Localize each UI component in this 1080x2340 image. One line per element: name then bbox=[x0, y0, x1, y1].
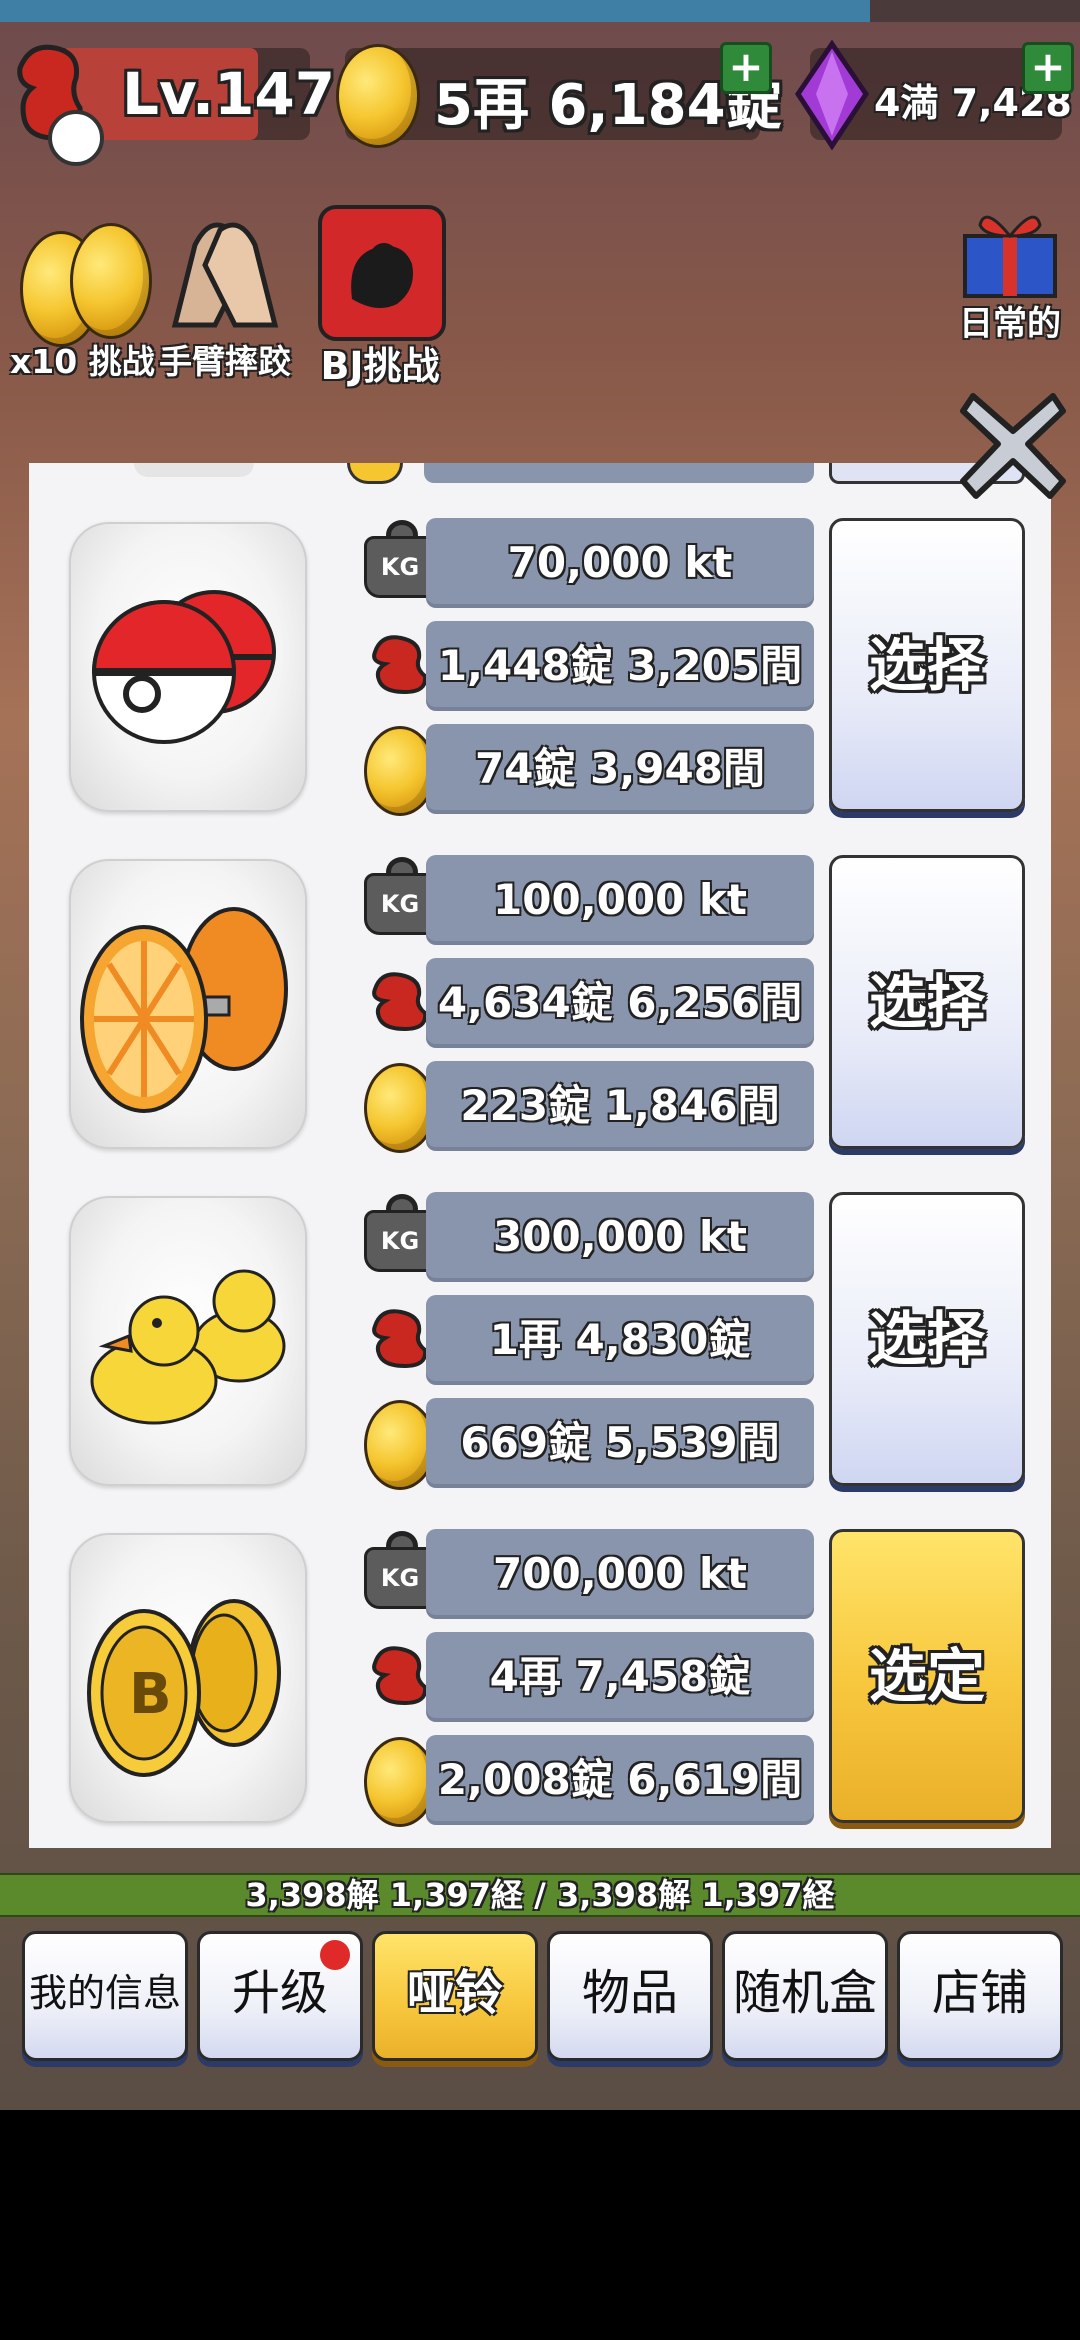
gold-coin-icon bbox=[336, 44, 420, 148]
weight-value: 700,000 kt bbox=[426, 1529, 814, 1619]
dumbbell-row: KG 100,000 kt 4,634錠 6,256間 223錠 1,846間 选择 bbox=[29, 855, 1051, 1160]
tab-shop[interactable]: 店铺 bbox=[897, 1931, 1063, 2061]
gift-icon bbox=[963, 215, 1057, 298]
dumbbell-list-panel[interactable]: KG 70,000 kt 1,448錠 3,205間 74錠 3,948間 选择 KG 10… bbox=[29, 463, 1051, 1848]
power-value: 4再 7,458錠 bbox=[426, 1632, 814, 1722]
notification-badge bbox=[320, 1940, 350, 1970]
tab-label: 随机盒 bbox=[732, 1965, 877, 2021]
power-value: 1,448錠 3,205間 bbox=[426, 621, 814, 711]
dumbbell-image bbox=[69, 859, 307, 1149]
tab-dumbbell[interactable]: 哑铃 bbox=[372, 1931, 538, 2061]
avatar-dot[interactable] bbox=[48, 110, 104, 166]
arm-wrestle-button[interactable]: 手臂摔跤 bbox=[155, 205, 295, 385]
bj-icon bbox=[318, 205, 446, 341]
purple-gem-icon bbox=[794, 40, 870, 150]
cost-value: 669錠 5,539間 bbox=[426, 1398, 814, 1488]
strength-arm-icon bbox=[367, 1641, 435, 1706]
tab-label: 哑铃 bbox=[406, 1965, 503, 2021]
dumbbell-image bbox=[69, 1196, 307, 1486]
quick-label: x10 挑战 bbox=[10, 342, 155, 381]
weight-value: 100,000 kt bbox=[426, 855, 814, 945]
exp-progress-text: 3,398解 1,397経 / 3,398解 1,397経 bbox=[245, 1876, 835, 1914]
cost-value: 2,008錠 6,619間 bbox=[426, 1735, 814, 1825]
strength-arm-icon bbox=[367, 967, 435, 1032]
coins-icon-back bbox=[70, 223, 152, 339]
select-button[interactable]: 选择 bbox=[829, 855, 1025, 1149]
quick-label: BJ挑战 bbox=[320, 344, 440, 388]
tab-label: 物品 bbox=[581, 1965, 678, 2021]
tab-upgrade[interactable]: 升级 bbox=[197, 1931, 363, 2061]
level-text: Lv.147 bbox=[122, 60, 336, 128]
power-value: 4,634錠 6,256間 bbox=[426, 958, 814, 1048]
x10-challenge-button[interactable]: x10 挑战 bbox=[10, 215, 155, 385]
exp-progress-bar: 3,398解 1,397経 / 3,398解 1,397経 bbox=[0, 1873, 1080, 1917]
prev-row-thumb-edge bbox=[134, 463, 254, 477]
arm-wrestle-icon bbox=[171, 222, 279, 328]
daily-label: 日常的 bbox=[959, 304, 1061, 344]
select-button[interactable]: 选择 bbox=[829, 518, 1025, 812]
quick-label: 手臂摔跤 bbox=[159, 342, 291, 381]
cost-value: 74錠 3,948間 bbox=[426, 724, 814, 814]
tab-label: 店铺 bbox=[931, 1965, 1028, 2021]
weight-value: 70,000 kt bbox=[426, 518, 814, 608]
dumbbell-row: B KG 700,000 kt 4再 7,458錠 2,008錠 6,619間 选定 bbox=[29, 1529, 1051, 1834]
close-icon[interactable] bbox=[958, 376, 1068, 506]
svg-text:B: B bbox=[129, 1662, 172, 1727]
dumbbell-image bbox=[69, 522, 307, 812]
top-progress-strip bbox=[0, 0, 870, 22]
tab-items[interactable]: 物品 bbox=[547, 1931, 713, 2061]
selected-button[interactable]: 选定 bbox=[829, 1529, 1025, 1823]
daily-gift-button[interactable]: 日常的 bbox=[950, 200, 1070, 344]
add-gold-button[interactable]: + bbox=[720, 42, 772, 94]
tab-label: 我的信息 bbox=[28, 1971, 181, 2015]
top-strip-end bbox=[870, 0, 1080, 22]
tab-my-info[interactable]: 我的信息 bbox=[22, 1931, 188, 2061]
cost-value: 223錠 1,846間 bbox=[426, 1061, 814, 1151]
select-button[interactable]: 选择 bbox=[829, 1192, 1025, 1486]
power-value: 1再 4,830錠 bbox=[426, 1295, 814, 1385]
dumbbell-image: B bbox=[69, 1533, 307, 1823]
add-gems-button[interactable]: + bbox=[1022, 42, 1074, 94]
tab-random-box[interactable]: 随机盒 bbox=[722, 1931, 888, 2061]
prev-row-coin-edge bbox=[347, 463, 403, 484]
dumbbell-row: KG 70,000 kt 1,448錠 3,205間 74錠 3,948間 选择 bbox=[29, 518, 1051, 823]
strength-arm-icon bbox=[367, 1304, 435, 1369]
strength-arm-icon bbox=[367, 630, 435, 695]
bj-challenge-button[interactable]: BJ挑战 bbox=[310, 205, 450, 388]
weight-value: 300,000 kt bbox=[426, 1192, 814, 1282]
prev-row-stat-edge bbox=[424, 463, 814, 483]
dumbbell-row: KG 300,000 kt 1再 4,830錠 669錠 5,539間 选择 bbox=[29, 1192, 1051, 1497]
